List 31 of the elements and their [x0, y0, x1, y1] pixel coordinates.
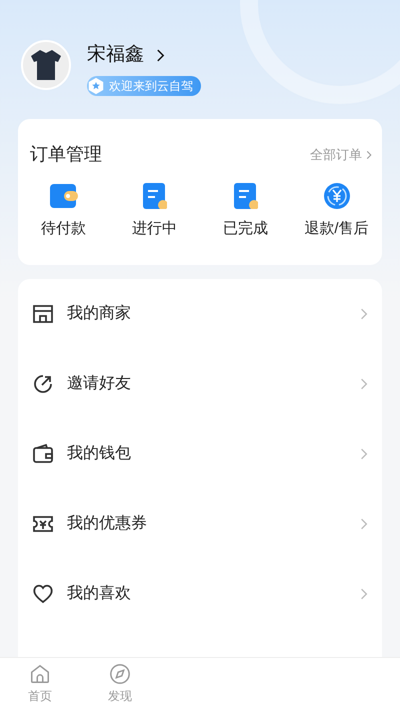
chevron-icon: [360, 307, 368, 321]
order-title: 订单管理: [30, 143, 102, 166]
menu-item[interactable]: 邀请好友: [18, 349, 382, 419]
yen-coin-icon: [322, 182, 350, 210]
home-icon: [29, 663, 51, 685]
welcome-badge: 欢迎来到云自驾: [87, 76, 201, 96]
order-status-button[interactable]: 已完成: [200, 182, 291, 240]
menu-item[interactable]: 我的喜欢: [18, 559, 382, 629]
heart-icon: [31, 582, 55, 606]
share-circle-icon: [31, 372, 55, 396]
chevron-icon: [366, 150, 372, 160]
menu-item[interactable]: 我的商家: [18, 279, 382, 349]
wallet-icon: [31, 442, 55, 466]
chevron-icon: [360, 587, 368, 601]
shirt-icon: [31, 49, 61, 81]
chevron-icon: [360, 517, 368, 531]
store-icon: [31, 302, 55, 326]
order-status-button[interactable]: 进行中: [109, 182, 200, 240]
menu-item[interactable]: 我的钱包: [18, 419, 382, 489]
chevron-icon: [156, 48, 165, 63]
chevron-icon: [360, 447, 368, 461]
menu-item[interactable]: 我的优惠券: [18, 489, 382, 559]
document-icon: [234, 183, 258, 209]
compass-icon: [109, 663, 131, 685]
wallet-icon: [50, 183, 78, 209]
document-icon: [142, 183, 166, 209]
order-status-button[interactable]: 退款/售后: [291, 182, 382, 240]
star-icon: [87, 76, 105, 94]
chevron-icon: [360, 377, 368, 391]
profile-name-link[interactable]: 宋福鑫: [87, 41, 201, 70]
order-status-button[interactable]: 待付款: [18, 182, 109, 240]
